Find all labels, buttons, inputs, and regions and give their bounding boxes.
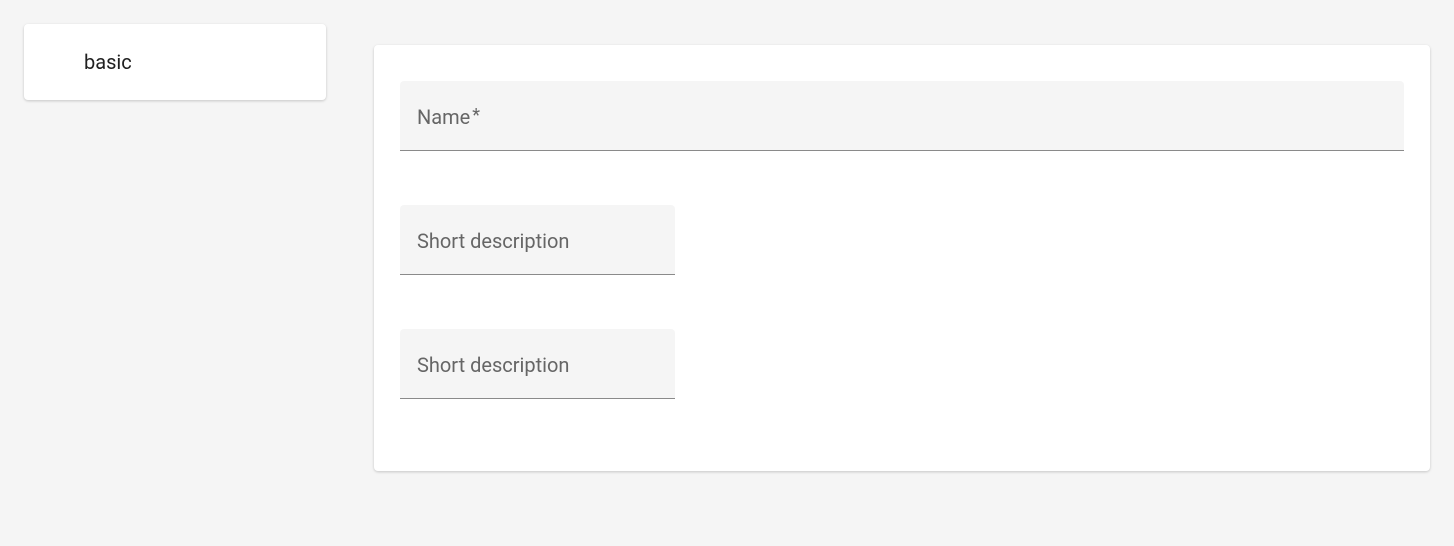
short-description-field-1: Short description bbox=[400, 205, 675, 275]
short-description-input-1[interactable] bbox=[400, 205, 675, 275]
form-card: Name* Short description Short descriptio… bbox=[374, 45, 1430, 471]
field-wrap-short-desc-2: Short description bbox=[400, 329, 1404, 399]
sidebar-item-basic[interactable]: basic bbox=[24, 48, 326, 76]
short-description-field-2: Short description bbox=[400, 329, 675, 399]
name-field: Name* bbox=[400, 81, 1404, 151]
field-wrap-name: Name* bbox=[400, 81, 1404, 151]
sidebar-card: basic bbox=[24, 24, 326, 100]
field-wrap-short-desc-1: Short description bbox=[400, 205, 1404, 275]
sidebar-item-label: basic bbox=[84, 50, 132, 74]
page-container: basic Name* Short description Short desc… bbox=[0, 0, 1454, 546]
short-description-input-2[interactable] bbox=[400, 329, 675, 399]
name-input[interactable] bbox=[400, 81, 1404, 151]
